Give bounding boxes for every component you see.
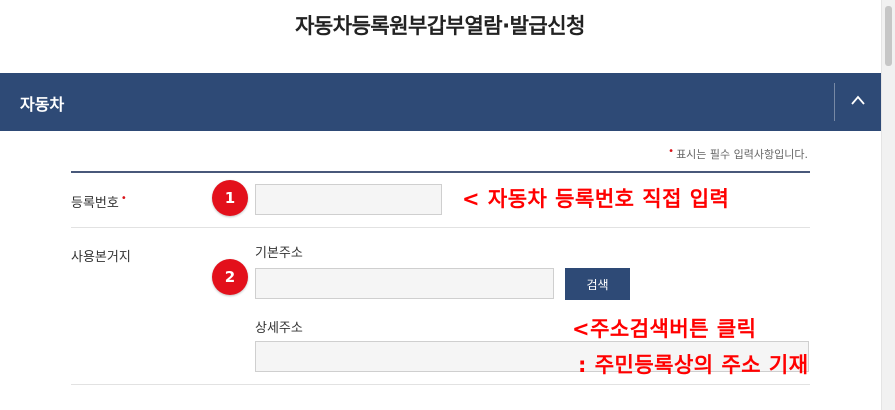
- row-divider: [71, 384, 810, 385]
- scrollbar[interactable]: [881, 0, 895, 410]
- base-address-label: 기본주소: [255, 246, 303, 261]
- detail-address-label: 상세주소: [255, 321, 303, 336]
- step-badge-2: 2: [212, 259, 248, 295]
- registration-number-label-text: 등록번호: [71, 196, 119, 211]
- annotation-search: <주소검색버튼 클릭: [572, 317, 757, 341]
- annotation-registration: < 자동차 등록번호 직접 입력: [462, 187, 730, 211]
- annotation-address: : 주민등록상의 주소 기재: [578, 353, 809, 377]
- required-note-text: 표시는 필수 입력사항입니다.: [676, 148, 808, 161]
- residence-label: 사용본거지: [71, 250, 131, 265]
- page-title: 자동차등록원부갑부열람·발급신청: [295, 14, 585, 38]
- registration-number-label: 등록번호 •: [71, 192, 127, 211]
- chevron-up-icon: [851, 95, 865, 105]
- registration-number-input[interactable]: [255, 184, 442, 215]
- scrollbar-thumb[interactable]: [885, 6, 892, 66]
- step-badge-1: 1: [212, 180, 248, 216]
- row-divider: [71, 227, 810, 228]
- base-address-input[interactable]: [255, 268, 554, 299]
- required-marker: •: [668, 146, 675, 157]
- collapse-button[interactable]: [835, 73, 881, 131]
- form-top-border: [71, 171, 810, 173]
- section-header: 자동차: [0, 73, 881, 131]
- required-marker: •: [120, 193, 127, 204]
- required-note: • 표시는 필수 입력사항입니다.: [668, 146, 808, 162]
- section-title: 자동차: [20, 95, 65, 114]
- address-search-button[interactable]: 검색: [565, 268, 630, 300]
